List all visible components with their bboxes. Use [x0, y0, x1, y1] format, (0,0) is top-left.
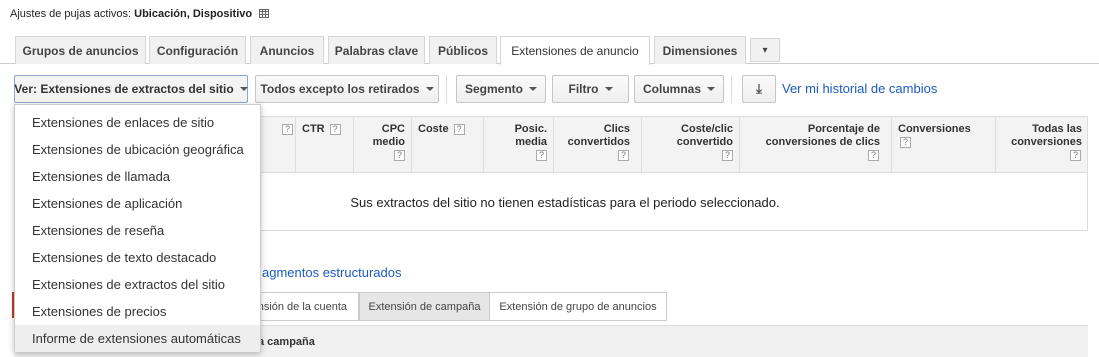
- tab-campaign-extension[interactable]: Extensión de campaña: [359, 292, 490, 321]
- menu-item-location-extensions[interactable]: Extensiones de ubicación geográfica: [15, 136, 260, 163]
- toolbar-divider: [446, 75, 447, 103]
- campaign-column-header[interactable]: a campaña: [258, 336, 315, 348]
- col-header-partial[interactable]: ?: [255, 117, 299, 173]
- view-dropdown-menu: Extensiones de enlaces de sitio Extensio…: [14, 104, 261, 352]
- toolbar-divider: [731, 75, 732, 103]
- menu-item-review-extensions[interactable]: Extensiones de reseña: [15, 217, 260, 244]
- caret-down-icon: [604, 87, 613, 91]
- help-icon[interactable]: ?: [722, 150, 733, 161]
- segment-button[interactable]: Segmento: [456, 75, 546, 103]
- menu-item-call-extensions[interactable]: Extensiones de llamada: [15, 163, 260, 190]
- tab-ad-groups[interactable]: Grupos de anuncios: [15, 36, 146, 64]
- download-icon: ⤓: [756, 81, 762, 96]
- col-header-click-conversion-rate[interactable]: Porcentaje de conversiones de clics?: [739, 117, 885, 173]
- help-icon[interactable]: ?: [329, 124, 341, 135]
- col-header-all-conversions[interactable]: Todas las conversiones?: [995, 117, 1087, 173]
- tab-audiences[interactable]: Públicos: [429, 36, 497, 64]
- caret-down-icon: [707, 87, 715, 91]
- tab-dimensions[interactable]: Dimensiones: [654, 36, 746, 64]
- columns-button[interactable]: Columnas: [634, 75, 724, 103]
- help-icon[interactable]: ?: [1070, 150, 1081, 161]
- col-header-cost[interactable]: Coste ?: [411, 117, 483, 173]
- table-icon[interactable]: [259, 9, 270, 18]
- tab-keywords[interactable]: Palabras clave: [328, 36, 425, 64]
- tab-more-chevron-down-icon[interactable]: ▾: [750, 38, 780, 62]
- status-filter-button[interactable]: Todos excepto los retirados: [255, 75, 439, 103]
- tab-bar: Grupos de anuncios Configuración Anuncio…: [0, 36, 1099, 65]
- view-dropdown-button[interactable]: Ver: Extensiones de extractos del sitio: [14, 75, 248, 103]
- col-header-ctr[interactable]: CTR ?: [295, 117, 353, 173]
- caret-down-icon: [425, 87, 434, 91]
- col-header-avg-cpc[interactable]: CPC medio?: [353, 117, 411, 173]
- help-icon[interactable]: ?: [394, 150, 405, 161]
- change-history-link[interactable]: Ver mi historial de cambios: [782, 81, 937, 96]
- help-icon[interactable]: ?: [453, 124, 465, 135]
- menu-item-price-extensions[interactable]: Extensiones de precios: [15, 298, 260, 325]
- help-icon[interactable]: ?: [536, 150, 547, 161]
- help-icon[interactable]: ?: [868, 150, 879, 161]
- menu-item-app-extensions[interactable]: Extensiones de aplicación: [15, 190, 260, 217]
- tab-ads[interactable]: Anuncios: [250, 36, 324, 64]
- tab-settings[interactable]: Configuración: [149, 36, 246, 64]
- bid-settings-line: Ajustes de pujas activos: Ubicación, Dis…: [10, 8, 270, 20]
- bid-settings-value: Ubicación, Dispositivo: [134, 8, 253, 20]
- help-icon[interactable]: ?: [282, 124, 293, 135]
- view-dropdown-label: Ver: Extensiones de extractos del sitio: [14, 82, 234, 96]
- col-header-cost-per-converted-click[interactable]: Coste/clic convertido?: [641, 117, 739, 173]
- structured-snippets-link[interactable]: agmentos estructurados: [262, 265, 401, 280]
- menu-item-automated-extensions-report[interactable]: Informe de extensiones automáticas: [15, 325, 260, 352]
- toolbar: Ver: Extensiones de extractos del sitio …: [0, 75, 1099, 105]
- menu-item-structured-snippet-extensions[interactable]: Extensiones de extractos del sitio: [15, 271, 260, 298]
- segment-label: Segmento: [464, 82, 523, 96]
- filter-label: Filtro: [568, 82, 599, 96]
- col-header-conversions[interactable]: Conversiones ?: [891, 117, 991, 173]
- caret-down-icon: [529, 87, 537, 91]
- col-header-converted-clicks[interactable]: Clics convertidos?: [553, 117, 635, 173]
- columns-label: Columnas: [642, 82, 701, 96]
- download-button[interactable]: ⤓: [742, 75, 776, 103]
- col-header-avg-position[interactable]: Posic. media?: [483, 117, 553, 173]
- caret-down-icon: [239, 87, 248, 91]
- tab-ad-extensions[interactable]: Extensiones de anuncio: [500, 36, 650, 65]
- help-icon[interactable]: ?: [618, 150, 629, 161]
- status-filter-label: Todos excepto los retirados: [260, 82, 420, 96]
- filter-button[interactable]: Filtro: [552, 75, 629, 103]
- tab-ad-group-extension[interactable]: Extensión de grupo de anuncios: [489, 292, 667, 321]
- menu-item-sitelink-extensions[interactable]: Extensiones de enlaces de sitio: [15, 109, 260, 136]
- bid-settings-prefix: Ajustes de pujas activos:: [10, 8, 132, 20]
- menu-item-callout-extensions[interactable]: Extensiones de texto destacado: [15, 244, 260, 271]
- help-icon[interactable]: ?: [900, 137, 911, 148]
